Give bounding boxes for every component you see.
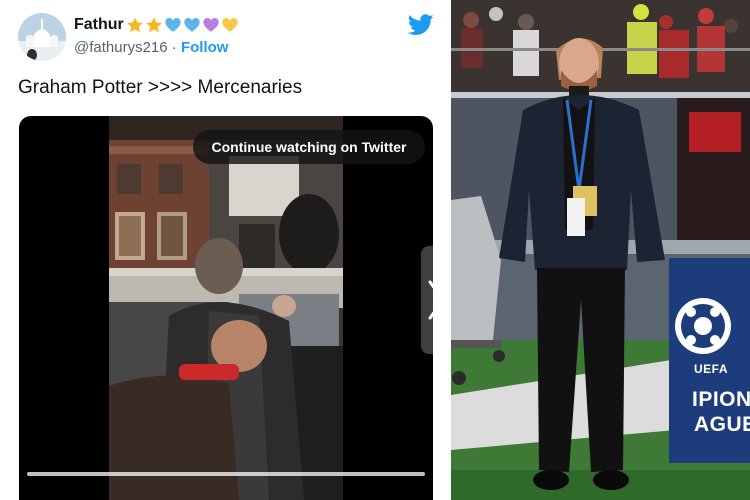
tweet-text: Graham Potter >>>> Mercenaries [18,77,303,98]
star-emoji-icon [126,17,143,33]
video-progress-bar[interactable] [27,472,425,476]
follow-button[interactable]: Follow [181,39,229,56]
user-handle[interactable]: @fathurys216 [74,39,168,56]
video-player[interactable]: Continue watching on Twitter [19,116,433,500]
chevron-right-icon [428,280,445,320]
avatar[interactable] [18,13,66,61]
star-emoji-icon [145,17,162,33]
champions-board-text: IPION [692,388,750,411]
twitter-bird-icon[interactable] [408,14,434,36]
video-frame [109,116,343,500]
uefa-board-text: UEFA [694,362,729,376]
purple-heart-emoji-icon [203,17,219,32]
handle-row: @fathurys216 · Follow [74,39,228,56]
blue-heart-emoji-icon [165,17,181,32]
league-board-text: AGUE [694,413,750,436]
user-name[interactable]: Fathur [74,16,124,34]
tweet-card: Fathur @fathurys216 · Follow Graham Pott… [0,0,451,500]
next-button[interactable] [421,246,451,354]
photo-panel: UEFA IPION AGUE [451,0,750,500]
name-emojis [126,16,240,34]
yellow-heart-emoji-icon [222,17,238,32]
continue-watching-button[interactable]: Continue watching on Twitter [193,130,425,164]
user-name-row[interactable]: Fathur [74,16,240,34]
separator-dot: · [171,39,177,56]
blue-heart-emoji-icon [184,17,200,32]
